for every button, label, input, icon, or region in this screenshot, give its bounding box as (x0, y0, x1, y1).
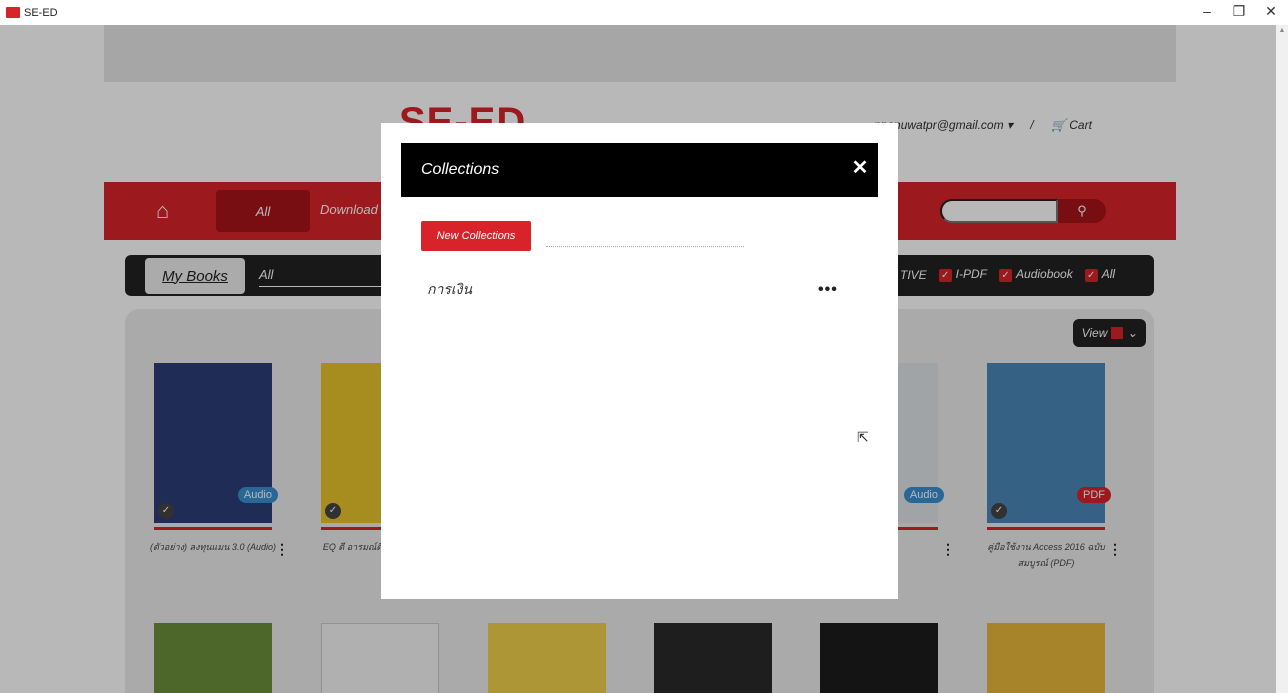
new-collection-button[interactable]: New Collections (421, 221, 531, 251)
window-title: SE-ED (24, 6, 58, 19)
dialog-title: Collections (421, 161, 500, 178)
collection-item[interactable]: การเงิน (427, 279, 472, 301)
dialog-header: Collections ✕ (401, 143, 878, 197)
app-logo-icon (6, 7, 20, 18)
mouse-cursor-icon: ⇱ (857, 429, 869, 445)
restore-button[interactable]: ❐ (1224, 3, 1254, 20)
scrollbar[interactable]: ▲ (1276, 25, 1288, 693)
scroll-up-icon[interactable]: ▲ (1276, 27, 1288, 34)
window-titlebar: SE-ED – ❐ ✕ (0, 0, 1288, 25)
more-options-icon[interactable]: ••• (818, 281, 838, 299)
close-icon[interactable]: ✕ (848, 156, 872, 180)
collection-name-input[interactable] (546, 233, 744, 247)
app-window: SE-ED nnanuwatpr@gmail.com ▾ / 🛒 Cart ⌂ … (0, 25, 1276, 693)
close-window-button[interactable]: ✕ (1256, 3, 1286, 20)
collections-dialog: Collections ✕ New Collections การเงิน ••… (381, 123, 898, 599)
minimize-button[interactable]: – (1192, 3, 1222, 19)
